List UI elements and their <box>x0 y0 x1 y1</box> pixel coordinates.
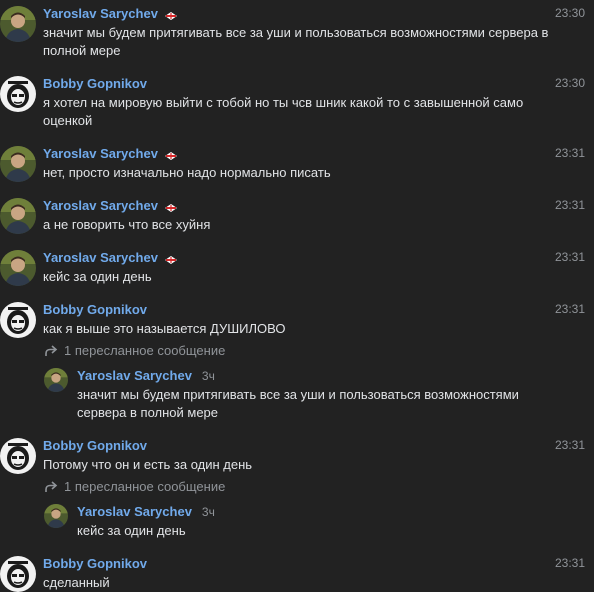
spartak-badge-icon <box>164 201 178 212</box>
avatar[interactable] <box>0 438 36 474</box>
forwarded-messages-toggle[interactable]: 1 пересланное сообщение <box>44 343 225 358</box>
forwarded-message: Yaroslav Sarychev 3ч значит мы будем прит… <box>44 368 564 420</box>
forwarded-text: значит мы будем притягивать все за уши и… <box>77 387 519 420</box>
message-text: Потому что он и есть за один день <box>43 457 253 472</box>
avatar[interactable] <box>0 302 36 338</box>
message-time[interactable]: 23:31 <box>555 250 585 264</box>
avatar[interactable] <box>0 198 36 234</box>
message-author[interactable]: Yaroslav Sarychev <box>43 198 178 213</box>
forward-arrow-icon <box>44 344 58 357</box>
author-name[interactable]: Yaroslav Sarychev <box>43 146 158 161</box>
author-name[interactable]: Bobby Gopnikov <box>43 76 147 91</box>
message-author[interactable]: Yaroslav Sarychev <box>43 146 178 161</box>
forward-arrow-icon <box>44 480 58 493</box>
message-text: сделанный <box>43 575 110 590</box>
message-text: я хотел на мировую выйти с тобой но ты ч… <box>43 95 524 128</box>
author-name[interactable]: Yaroslav Sarychev <box>43 6 158 21</box>
message-text: нет, просто изначально надо нормально пи… <box>43 165 331 180</box>
avatar[interactable] <box>0 6 36 42</box>
message-time[interactable]: 23:31 <box>555 146 585 160</box>
message-author[interactable]: Yaroslav Sarychev <box>43 6 178 21</box>
message-text: значит мы будем притягивать все за уши и… <box>43 25 549 58</box>
forwarded-time[interactable]: 3ч <box>202 505 215 519</box>
author-name[interactable]: Bobby Gopnikov <box>43 438 147 453</box>
message-time[interactable]: 23:31 <box>555 556 585 570</box>
author-name[interactable]: Bobby Gopnikov <box>43 556 147 571</box>
message-time[interactable]: 23:31 <box>555 198 585 212</box>
spartak-badge-icon <box>164 149 178 160</box>
forwarded-author[interactable]: Yaroslav Sarychev 3ч <box>77 504 215 519</box>
avatar[interactable] <box>0 76 36 112</box>
forwarded-message: Yaroslav Sarychev 3ч кейс за один день <box>44 504 564 540</box>
avatar[interactable] <box>0 556 36 592</box>
message-author[interactable]: Bobby Gopnikov <box>43 438 147 453</box>
avatar[interactable] <box>44 504 68 528</box>
author-name[interactable]: Bobby Gopnikov <box>43 302 147 317</box>
message-text: а не говорить что все хуйня <box>43 217 211 232</box>
forwarded-time[interactable]: 3ч <box>202 369 215 383</box>
message-author[interactable]: Yaroslav Sarychev <box>43 250 178 265</box>
author-name[interactable]: Yaroslav Sarychev <box>43 198 158 213</box>
message-time[interactable]: 23:31 <box>555 302 585 316</box>
forwarded-text: кейс за один день <box>77 523 186 538</box>
author-name[interactable]: Yaroslav Sarychev <box>77 368 192 383</box>
forwarded-count-label[interactable]: 1 пересланное сообщение <box>64 479 225 494</box>
forwarded-author[interactable]: Yaroslav Sarychev 3ч <box>77 368 215 383</box>
spartak-badge-icon <box>164 253 178 264</box>
avatar[interactable] <box>44 368 68 392</box>
chat-history: Yaroslav Sarychev 23:30 значит мы будем … <box>0 0 594 592</box>
forwarded-count-label[interactable]: 1 пересланное сообщение <box>64 343 225 358</box>
forwarded-messages-toggle[interactable]: 1 пересланное сообщение <box>44 479 225 494</box>
message-text: как я выше это называется ДУШИЛОВО <box>43 321 286 336</box>
avatar[interactable] <box>0 146 36 182</box>
avatar[interactable] <box>0 250 36 286</box>
author-name[interactable]: Yaroslav Sarychev <box>43 250 158 265</box>
message-time[interactable]: 23:30 <box>555 76 585 90</box>
spartak-badge-icon <box>164 9 178 20</box>
message-time[interactable]: 23:30 <box>555 6 585 20</box>
message-time[interactable]: 23:31 <box>555 438 585 452</box>
message-text: кейс за один день <box>43 269 152 284</box>
message-author[interactable]: Bobby Gopnikov <box>43 76 147 91</box>
message-author[interactable]: Bobby Gopnikov <box>43 556 147 571</box>
author-name[interactable]: Yaroslav Sarychev <box>77 504 192 519</box>
message-author[interactable]: Bobby Gopnikov <box>43 302 147 317</box>
